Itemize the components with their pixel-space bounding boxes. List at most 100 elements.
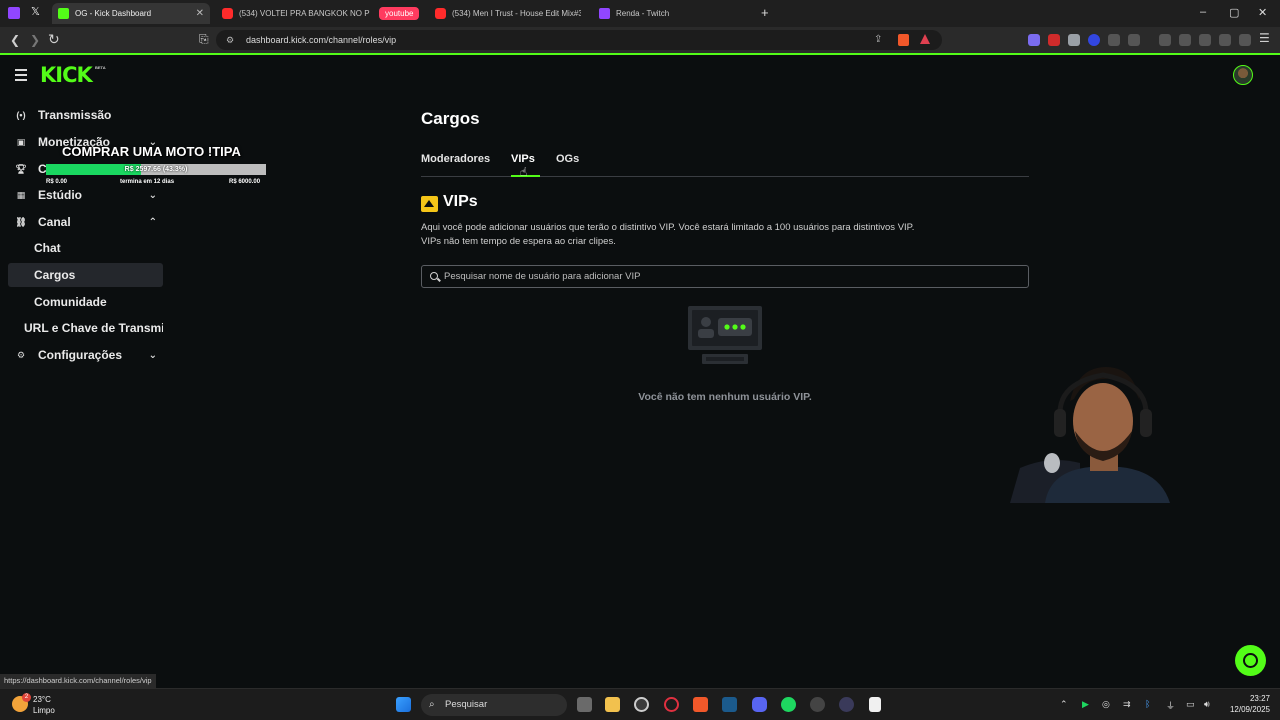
kick-favicon-icon: [58, 8, 69, 19]
twitch-pinned-icon[interactable]: [8, 7, 20, 19]
leo-ai-icon[interactable]: [1219, 34, 1231, 46]
taskbar-search[interactable]: ⌕ Pesquisar: [421, 694, 567, 716]
extension-icon[interactable]: [1068, 34, 1080, 46]
menu-icon[interactable]: ☰: [1259, 31, 1270, 45]
tab-vips[interactable]: VIPs: [511, 153, 535, 165]
opera-icon[interactable]: [664, 697, 679, 712]
obs-icon[interactable]: [810, 697, 825, 712]
microphone-icon[interactable]: ⏚: [1166, 699, 1175, 712]
media-icon[interactable]: [1159, 34, 1171, 46]
sidebar-item-transmissao[interactable]: (•) Transmissão: [8, 103, 163, 127]
spotify-icon[interactable]: [781, 697, 796, 712]
url-text: dashboard.kick.com/channel/roles/vip: [246, 35, 397, 45]
tab-label: (534) Men I Trust - House Edit Mix#3: [452, 9, 581, 18]
twitch-favicon-icon: [599, 8, 610, 19]
clock-date: 12/09/2025: [1229, 705, 1270, 714]
weather-temp: 23°C: [33, 695, 51, 704]
file-explorer-icon[interactable]: [605, 697, 620, 712]
windows-taskbar: 2 23°C Limpo ⌕ Pesquisar ⌃ ▶ ◎ ⇉ ᛒ ⏚ ▭ 🔊…: [0, 688, 1280, 720]
sidebar-item-configuracoes[interactable]: ⚙ Configurações ⌄: [8, 343, 163, 367]
maximize-button[interactable]: ▢: [1229, 6, 1239, 19]
sidebar-item-stream-url-key[interactable]: URL e Chave de Transmissã: [8, 316, 163, 340]
youtube-favicon-icon: [435, 8, 446, 19]
kick-logo[interactable]: KICK: [40, 63, 93, 87]
tab-group-youtube[interactable]: youtube: [379, 3, 423, 24]
mouse-cursor-icon: ☝: [520, 165, 528, 179]
webcam-overlay: [1010, 367, 1170, 503]
sidebar-item-cargos[interactable]: Cargos: [8, 263, 163, 287]
windows-start-icon[interactable]: [396, 697, 411, 712]
tab-youtube-men-i-trust[interactable]: (534) Men I Trust - House Edit Mix#3: [435, 3, 581, 24]
volume-icon[interactable]: 🔊︎: [1204, 699, 1210, 710]
brave-browser-icon[interactable]: [693, 697, 708, 712]
vip-search-input[interactable]: Pesquisar nome de usuário para adicionar…: [421, 265, 1029, 288]
weather-desc: Limpo: [33, 706, 55, 715]
tray-app-icon[interactable]: ⇉: [1123, 699, 1131, 710]
empty-state-illustration-icon: [688, 306, 762, 364]
new-tab-button[interactable]: +: [761, 5, 769, 20]
app-icon[interactable]: [839, 697, 854, 712]
sidebar-item-comunidade[interactable]: Comunidade: [8, 290, 163, 314]
close-window-button[interactable]: ✕: [1258, 6, 1267, 19]
reload-icon[interactable]: ↻: [48, 31, 60, 48]
sidebar-item-label: Chat: [34, 241, 61, 255]
goal-deadline-label: termina em 12 dias: [120, 179, 175, 185]
extension-icon[interactable]: [1088, 34, 1100, 46]
play-icon[interactable]: ▶: [1082, 699, 1089, 710]
notepad-icon[interactable]: [869, 697, 881, 712]
discord-icon[interactable]: [752, 697, 767, 712]
tray-overflow-icon[interactable]: ⌃: [1060, 699, 1068, 710]
goal-progress-bar: R$ 2597.66 (43.3%): [46, 164, 266, 175]
sidebar-item-label: Comunidade: [34, 295, 107, 309]
extension-icon[interactable]: [1128, 34, 1140, 46]
share-icon[interactable]: ⇪: [874, 30, 882, 50]
bluetooth-icon[interactable]: ᛒ: [1145, 699, 1150, 709]
brave-rewards-icon[interactable]: [920, 34, 930, 44]
sidebar-item-canal[interactable]: ⛓ Canal ⌃: [8, 210, 163, 234]
bookmark-icon[interactable]: ⎘: [199, 32, 209, 47]
task-view-icon[interactable]: [577, 697, 592, 712]
back-icon[interactable]: ❮: [10, 33, 20, 47]
extension-icon[interactable]: [1028, 34, 1040, 46]
money-icon: ▣: [16, 136, 26, 147]
goal-min-label: R$ 0.00: [46, 179, 68, 185]
sidebar-item-chat[interactable]: Chat: [8, 236, 163, 260]
description-line: VIPs não tem tempo de espera ao criar cl…: [421, 236, 616, 247]
tab-moderadores[interactable]: Moderadores: [421, 153, 490, 165]
goal-max-label: R$ 6000.00: [229, 179, 261, 185]
goal-overlay-title: COMPRAR UMA MOTO !TIPA: [62, 144, 241, 159]
tab-youtube-bangkok[interactable]: (534) VOLTEI PRA BANGKOK NO PIOI: [222, 3, 370, 24]
sidebar-item-estudio[interactable]: ▦ Estúdio ⌄: [8, 183, 163, 207]
brave-shields-icon[interactable]: [898, 34, 909, 46]
goal-progress-label: R$ 2597.66 (43.3%): [124, 166, 188, 173]
tab-kick-dashboard[interactable]: OG - Kick Dashboard ✕: [52, 3, 210, 24]
extension-icon[interactable]: [1048, 34, 1060, 46]
network-icon[interactable]: ▭: [1186, 699, 1195, 710]
close-icon[interactable]: ✕: [188, 8, 204, 19]
tray-app-icon[interactable]: ◎: [1102, 699, 1110, 710]
clock[interactable]: 23:27 12/09/2025: [1222, 693, 1270, 715]
wallet-icon[interactable]: [1199, 34, 1211, 46]
sidebar-item-label: Canal: [38, 215, 71, 229]
vpn-icon[interactable]: [1239, 34, 1251, 46]
hamburger-menu-icon[interactable]: [15, 69, 27, 84]
steam-icon[interactable]: [722, 697, 737, 712]
tab-twitch-renda[interactable]: Renda - Twitch: [599, 3, 749, 24]
extensions-puzzle-icon[interactable]: [1108, 34, 1120, 46]
x-pinned-icon[interactable]: 𝕏: [31, 5, 40, 18]
crown-icon: [421, 196, 438, 212]
help-chat-button[interactable]: [1235, 645, 1266, 676]
notification-badge: 2: [22, 693, 31, 702]
minimize-button[interactable]: –: [1200, 6, 1206, 18]
sidebar-icon[interactable]: [1179, 34, 1191, 46]
tab-group-label: youtube: [379, 7, 420, 20]
sidebar-item-label: Configurações: [38, 348, 123, 362]
weather-widget[interactable]: 23°C Limpo: [33, 694, 55, 716]
app-icon[interactable]: [634, 697, 649, 712]
forward-icon[interactable]: ❯: [30, 33, 40, 47]
address-bar[interactable]: ⚙ dashboard.kick.com/channel/roles/vip ⇪: [216, 30, 942, 50]
section-title: VIPs: [443, 193, 478, 210]
avatar[interactable]: [1233, 65, 1253, 85]
tab-ogs[interactable]: OGs: [556, 153, 579, 165]
site-info-icon[interactable]: ⚙: [226, 30, 234, 50]
